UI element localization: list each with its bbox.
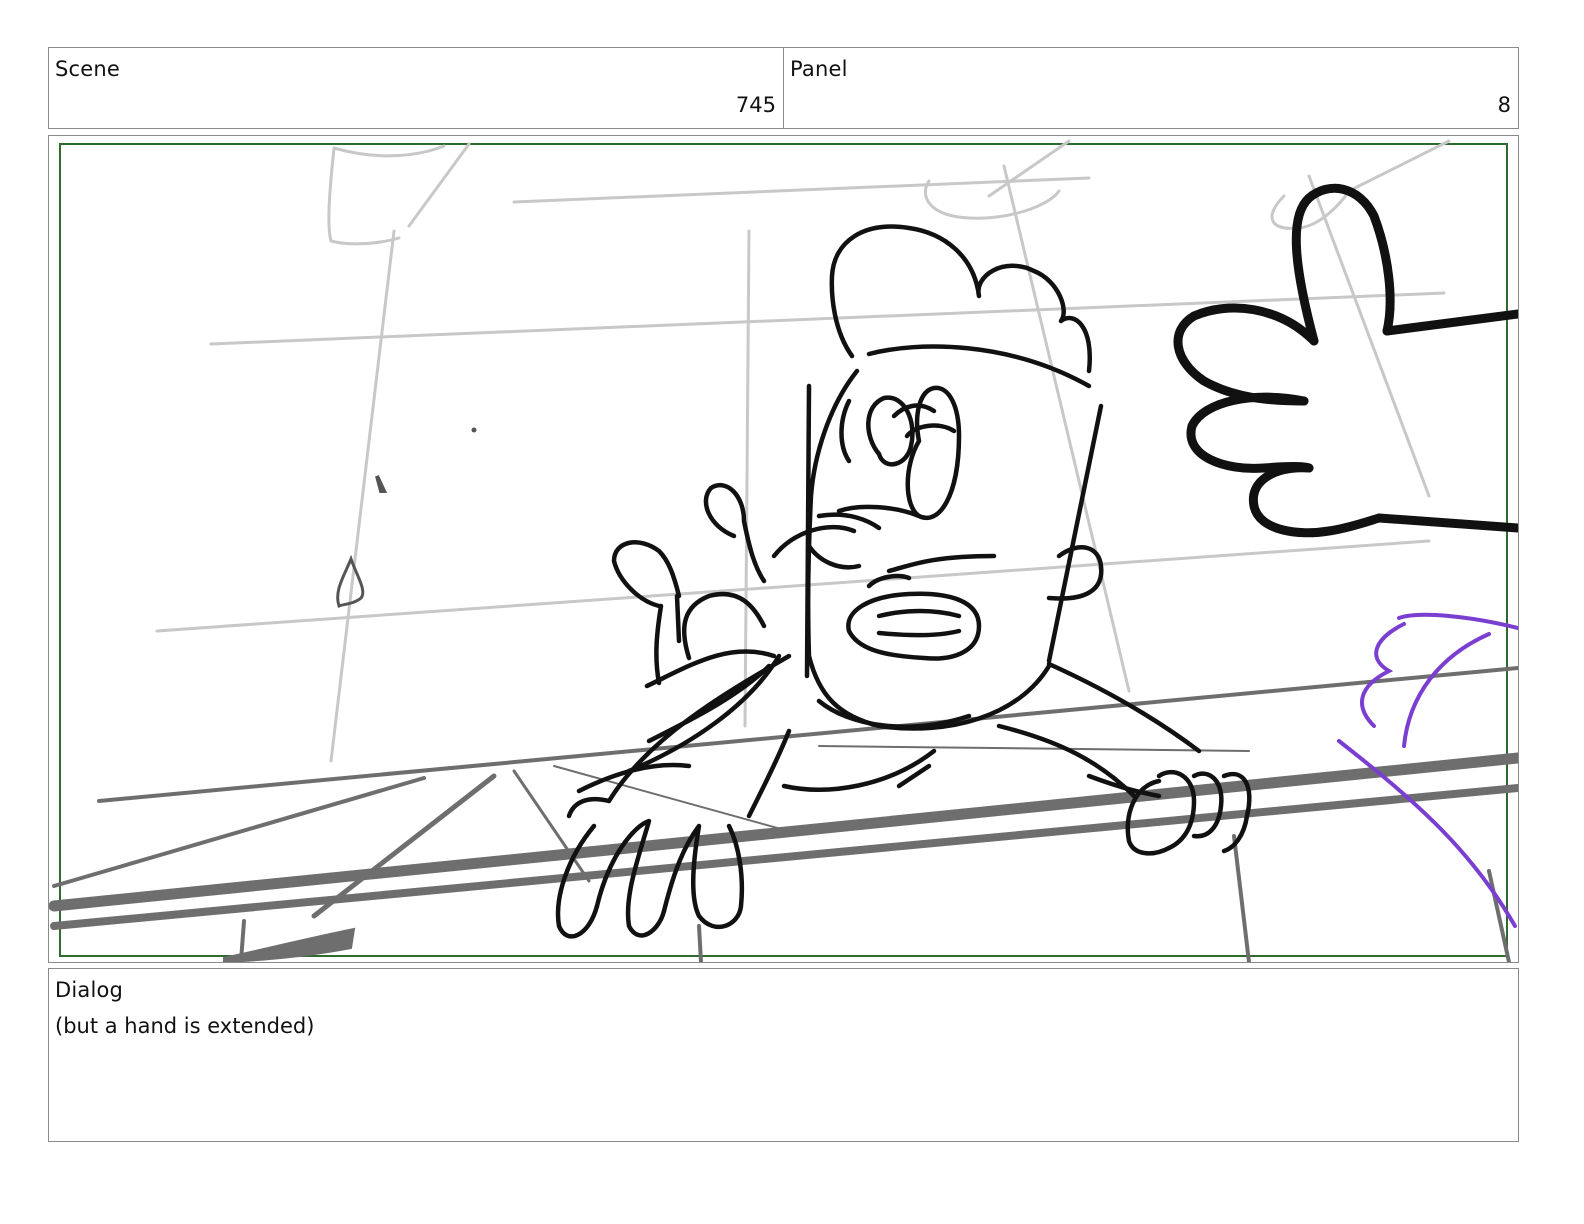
dialog-text: (but a hand is extended) — [55, 1014, 315, 1038]
panel-number: 8 — [1497, 93, 1511, 117]
railing — [49, 666, 1518, 962]
dialog-field: Dialog (but a hand is extended) — [48, 968, 1519, 1142]
scene-label: Scene — [55, 57, 121, 81]
panel-label: Panel — [790, 57, 848, 81]
dialog-label: Dialog — [55, 978, 124, 1002]
rough-background-lines — [155, 139, 1451, 763]
extended-hand — [1173, 183, 1518, 538]
panel-field: Panel 8 — [783, 47, 1519, 129]
scene-field: Scene 745 — [48, 47, 784, 129]
storyboard-sketch — [49, 139, 1518, 962]
scene-number: 745 — [735, 93, 776, 117]
character-sketch — [555, 224, 1252, 939]
storyboard-frame — [48, 135, 1519, 963]
dot-mark — [471, 427, 477, 433]
tick-mark — [375, 475, 388, 493]
